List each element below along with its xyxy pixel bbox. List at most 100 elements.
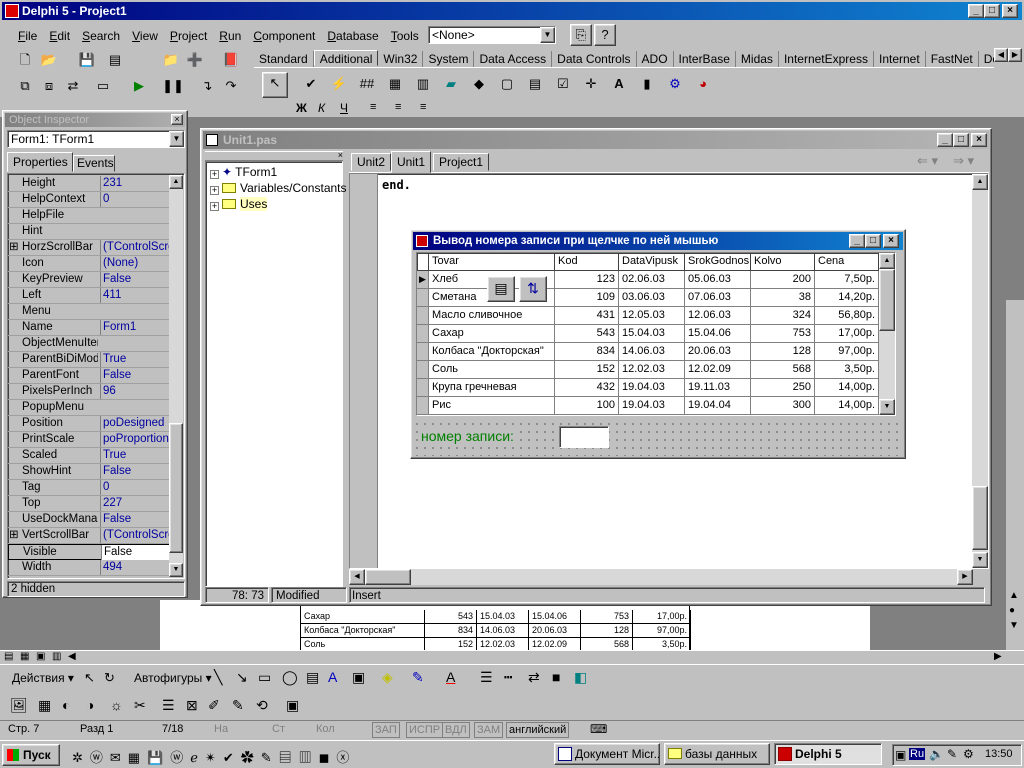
arrow-icon[interactable]: ↘ — [236, 669, 248, 686]
property-row[interactable]: VisibleFalse▼ — [8, 544, 182, 560]
grid-cell[interactable]: 19.04.03 — [619, 379, 685, 397]
scroll-down-icon[interactable]: ▼ — [972, 552, 988, 568]
property-value[interactable]: 227 — [100, 496, 180, 511]
pointer-icon[interactable]: ↖ — [262, 72, 288, 98]
back-icon[interactable]: ⇐ ▾ — [917, 153, 938, 169]
grid-cell[interactable]: 02.06.03 — [619, 271, 685, 289]
grid-cell[interactable]: 300 — [751, 397, 815, 415]
form-minimize-button[interactable]: _ — [849, 234, 865, 248]
expand-icon[interactable]: + — [210, 186, 219, 195]
property-row[interactable]: Height231 — [8, 176, 182, 192]
tray-network-icon[interactable]: ▣ — [895, 748, 906, 762]
grid-cell[interactable]: 7,50р. — [815, 271, 879, 289]
scroll-thumb[interactable] — [169, 423, 183, 553]
next-page-icon[interactable]: ▼ — [1009, 620, 1019, 631]
line-style-icon[interactable]: ☰ — [480, 669, 493, 686]
grid-cell[interactable]: 12.05.03 — [619, 307, 685, 325]
scroll-thumb[interactable] — [972, 486, 988, 550]
open-project-icon[interactable]: 📁 — [160, 50, 182, 72]
property-row[interactable]: PixelsPerInch96 — [8, 384, 182, 400]
spelling-status-icon[interactable]: ⌨ — [586, 721, 607, 739]
line-icon[interactable]: ╲ — [214, 669, 222, 686]
grid-cell[interactable]: 250 — [751, 379, 815, 397]
property-row[interactable]: PrintScalepoProportional — [8, 432, 182, 448]
editor-minimize-button[interactable]: _ — [937, 133, 953, 147]
line-color-icon[interactable]: ✎ — [412, 669, 424, 686]
forward-icon[interactable]: ⇒ ▾ — [953, 153, 974, 169]
view-unit-icon[interactable]: ⧉ — [14, 76, 36, 98]
palette-tab-additional[interactable]: Additional — [314, 50, 379, 66]
free-rotate-icon[interactable]: ↻ — [104, 670, 115, 686]
grid-cell[interactable]: 14.06.03 — [619, 343, 685, 361]
scroll-right-icon[interactable]: ▶ — [994, 651, 1002, 662]
menu-database[interactable]: Database — [321, 26, 384, 46]
editor-maximize-button[interactable]: □ — [953, 133, 969, 147]
task-word[interactable]: Документ Micr... — [554, 743, 660, 765]
chart-icon[interactable]: ◕ — [692, 74, 714, 96]
outline-view-icon[interactable]: ▥ — [52, 651, 61, 662]
property-value[interactable]: (None) — [100, 256, 180, 271]
menu-run[interactable]: Run — [213, 26, 247, 46]
grid-cell[interactable]: 56,80р. — [815, 307, 879, 325]
explorer-close-icon[interactable]: × — [338, 150, 343, 160]
actions-menu[interactable]: Действия ▾ — [12, 671, 74, 685]
fill-color-icon[interactable]: ◈ — [382, 669, 393, 686]
palette-scroll-right-icon[interactable]: ▶ — [1008, 48, 1022, 62]
wordart-icon[interactable]: A — [328, 669, 337, 685]
components-combo[interactable]: <None> ▼ — [428, 26, 556, 44]
scroll-left-icon[interactable]: ◀ — [349, 569, 365, 585]
palette-tab-standard[interactable]: Standard — [254, 51, 314, 67]
maskedit-icon[interactable]: ## — [356, 74, 378, 96]
select-browse-icon[interactable]: ● — [1009, 605, 1015, 616]
tab-events[interactable]: Events — [73, 155, 115, 172]
menu-view[interactable]: View — [126, 26, 164, 46]
property-row[interactable]: PopupMenu — [8, 400, 182, 416]
tray-app2-icon[interactable]: ⚙ — [963, 747, 974, 761]
palette-tab-data-access[interactable]: Data Access — [474, 51, 552, 67]
applicationevents-icon[interactable]: ⚙ — [664, 74, 686, 96]
property-value[interactable]: 494 — [100, 560, 180, 575]
grid-cell[interactable]: 07.06.03 — [685, 289, 751, 307]
tree-item-variables[interactable]: +Variables/Constants — [206, 180, 342, 196]
grid-cell[interactable]: 19.04.04 — [685, 397, 751, 415]
3d-icon[interactable]: ◧ — [574, 669, 587, 686]
font-color-icon[interactable]: A — [446, 669, 455, 685]
grid-cell[interactable]: 432 — [555, 379, 619, 397]
scroll-thumb[interactable] — [879, 269, 895, 331]
bold-icon[interactable]: Ж — [296, 103, 307, 115]
tab-project1[interactable]: Project1 — [433, 153, 489, 171]
grid-cell[interactable]: 12.02.09 — [685, 361, 751, 379]
underline-icon[interactable]: Ч — [340, 103, 348, 115]
grid-cell[interactable]: Колбаса "Докторская" — [429, 343, 555, 361]
column-header[interactable]: DataVipusk — [619, 253, 685, 271]
property-value[interactable]: False — [100, 464, 180, 479]
grid-cell[interactable]: 3,50р. — [815, 361, 879, 379]
scroll-up-icon[interactable]: ▲ — [972, 174, 988, 190]
grid-cell[interactable]: Соль — [429, 361, 555, 379]
bitbtn-icon[interactable]: ✔ — [300, 74, 322, 96]
line-width-icon[interactable]: ☰ — [162, 697, 175, 714]
crop-icon[interactable]: ✂ — [134, 697, 146, 714]
palette-tab-midas[interactable]: Midas — [736, 51, 779, 67]
property-row[interactable]: ParentBiDiModTrue — [8, 352, 182, 368]
column-header[interactable]: Kod — [555, 253, 619, 271]
grid-cell[interactable]: 431 — [555, 307, 619, 325]
volume-icon[interactable]: 🔈 — [929, 747, 944, 761]
save-all-icon[interactable]: ▤ — [104, 50, 126, 72]
property-row[interactable]: UseDockManaFalse — [8, 512, 182, 528]
palette-tab-ado[interactable]: ADO — [637, 51, 674, 67]
property-row[interactable]: NameForm1 — [8, 320, 182, 336]
palette-tab-interbase[interactable]: InterBase — [674, 51, 736, 67]
property-value[interactable]: False — [100, 368, 180, 383]
grid-cell[interactable]: 753 — [751, 325, 815, 343]
bevel-icon[interactable]: ▢ — [496, 74, 518, 96]
datasource-icon[interactable]: ▤ — [487, 276, 515, 302]
grid-cell[interactable]: 200 — [751, 271, 815, 289]
property-row[interactable]: Top227 — [8, 496, 182, 512]
tab-properties[interactable]: Properties — [7, 152, 73, 172]
speedbutton-icon[interactable]: ⚡ — [328, 74, 350, 96]
transparent-color-icon[interactable]: ✎ — [232, 697, 244, 714]
property-row[interactable]: Left411 — [8, 288, 182, 304]
palette-tab-fastnet[interactable]: FastNet — [926, 51, 979, 67]
palette-tab-internet[interactable]: Internet — [874, 51, 926, 67]
